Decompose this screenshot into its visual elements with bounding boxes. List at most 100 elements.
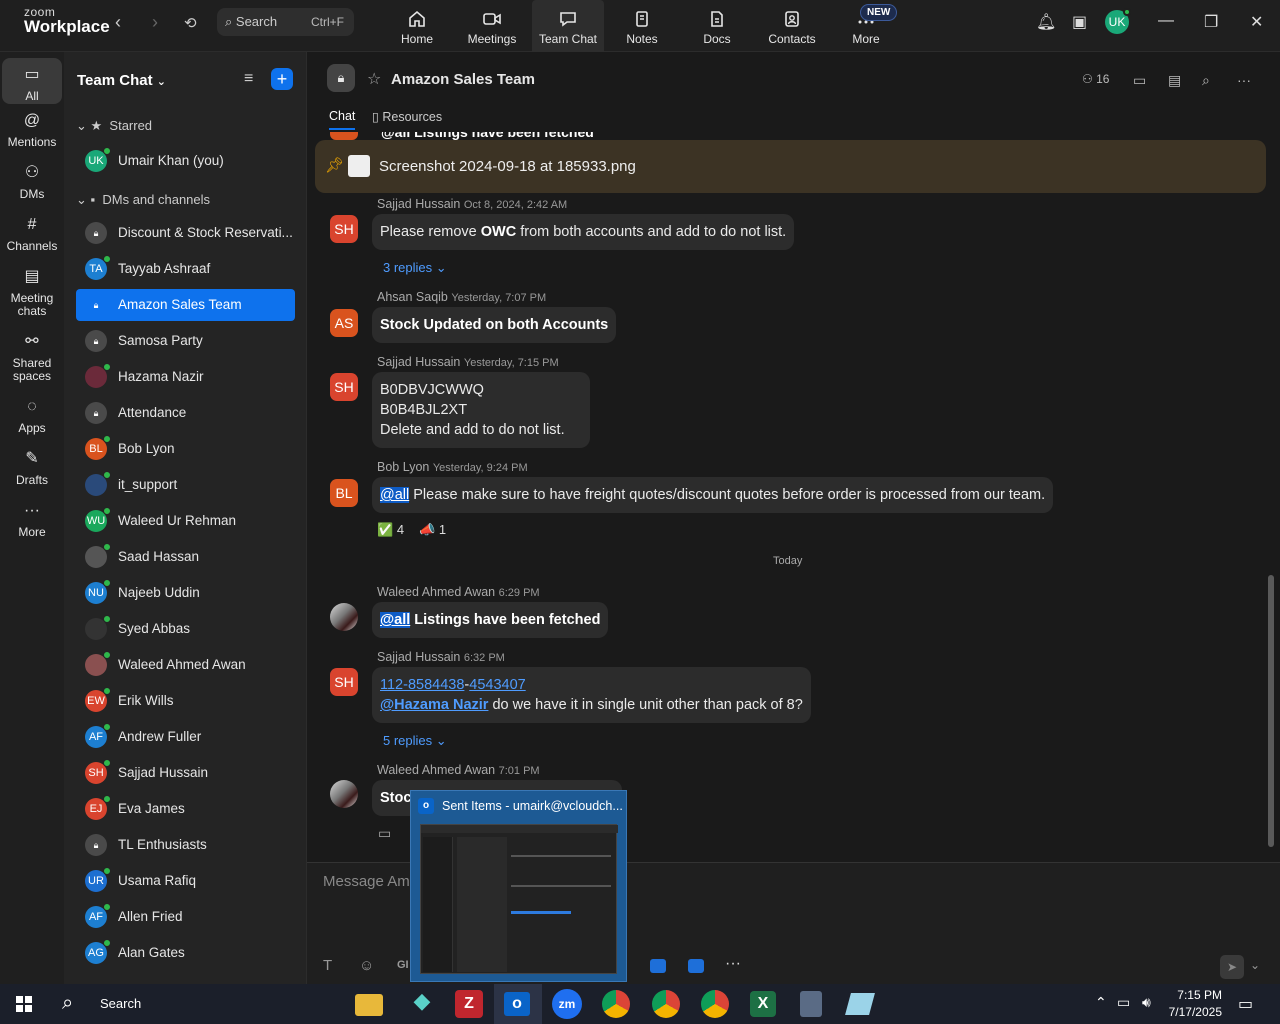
star-icon[interactable]: ☆ (367, 69, 381, 89)
avatar[interactable]: SH (330, 373, 358, 401)
more-icon[interactable]: ··· (725, 955, 741, 973)
dms-section[interactable]: ⌄ ▪ DMs and channels (76, 192, 210, 208)
reaction-megaphone[interactable]: 📣 1 (419, 522, 446, 538)
clock-time[interactable]: 7:15 PM (1170, 988, 1222, 1002)
message-bubble[interactable]: Stock Updated on both Accounts (372, 307, 617, 343)
excel-icon[interactable]: X (750, 991, 776, 1017)
order-link[interactable]: 112-8584438 (380, 677, 464, 693)
message-input[interactable]: Message Ama (323, 873, 418, 890)
avatar[interactable]: SH (330, 668, 358, 696)
minimize-icon[interactable]: — (1158, 12, 1174, 30)
search-icon[interactable]: ⌕ (1202, 72, 1210, 89)
sidebar-item[interactable]: EW Erik Wills (76, 685, 295, 717)
replies-link[interactable]: 5 replies ⌄ (383, 733, 447, 749)
nav-docs[interactable]: Docs (681, 0, 753, 52)
rail-mentions[interactable]: @ Mentions (2, 113, 62, 149)
rail-drafts[interactable]: ✎ Drafts (2, 451, 62, 487)
sidebar-item[interactable]: NU Najeeb Uddin (76, 577, 295, 609)
sidebar-item[interactable]: SH Sajjad Hussain (76, 757, 295, 789)
sidebar-item[interactable]: BL Bob Lyon (76, 433, 295, 465)
chrome-icon[interactable] (652, 990, 680, 1018)
avatar[interactable]: BL (330, 479, 358, 507)
send-icon[interactable]: ➤ (1220, 955, 1244, 979)
nav-meetings[interactable]: Meetings (456, 0, 528, 52)
nav-notes[interactable]: Notes (606, 0, 678, 52)
bell-icon[interactable]: 🔔︎ (1036, 12, 1056, 32)
nav-team-chat[interactable]: Team Chat (532, 0, 604, 52)
replies-link[interactable]: 3 replies ⌄ (383, 260, 447, 276)
notification-icon[interactable]: ▭ (1238, 994, 1253, 1014)
preview-thumbnail[interactable] (420, 824, 618, 974)
format-icon[interactable]: T (323, 957, 332, 974)
sidebar-item[interactable]: AF Allen Fried (76, 901, 295, 933)
rail-meeting-chats[interactable]: ▤ Meeting chats (2, 269, 62, 318)
volume-icon[interactable]: 🔊︎ (1142, 994, 1151, 1011)
windows-start-icon[interactable] (16, 996, 32, 1012)
sidebar-item[interactable]: Saad Hassan (76, 541, 295, 573)
search-input[interactable]: ⌕ Search Ctrl+F (217, 8, 354, 36)
sidebar-title[interactable]: Team Chat ⌄ (77, 72, 166, 89)
pinned-message[interactable]: 📌︎ Screenshot 2024-09-18 at 185933.png (315, 140, 1266, 193)
chevron-down-icon[interactable]: ⌄ (1250, 958, 1260, 972)
taskbar-preview-popup[interactable]: o Sent Items - umairk@vcloudch... (410, 790, 627, 982)
more-icon[interactable]: ··· (1237, 72, 1251, 88)
new-chat-button[interactable]: + (271, 68, 293, 90)
clock-date[interactable]: 7/17/2025 (1166, 1005, 1222, 1019)
app-icon[interactable] (845, 993, 875, 1015)
rail-more[interactable]: ··· More (2, 503, 62, 539)
taskbar-search[interactable]: Search (100, 996, 141, 1011)
mention-link[interactable]: @Hazama Nazir (380, 697, 488, 713)
calendar-icon[interactable]: ▤ (1168, 72, 1181, 89)
rail-channels[interactable]: # Channels (2, 217, 62, 253)
sidebar-item[interactable]: Waleed Ahmed Awan (76, 649, 295, 681)
message-bubble[interactable]: 112-8584438-4543407 @Hazama Nazir do we … (372, 667, 811, 723)
sidebar-item[interactable]: Hazama Nazir (76, 361, 295, 393)
avatar[interactable] (330, 780, 358, 808)
sidebar-item[interactable]: AF Andrew Fuller (76, 721, 295, 753)
maximize-icon[interactable]: ❐ (1204, 12, 1218, 32)
message-bubble[interactable]: B0DBVJCWWQ B0B4BJL2XT Delete and add to … (372, 372, 590, 448)
rail-dms[interactable]: ⚇ DMs (2, 165, 62, 201)
rail-all[interactable]: ▭ All (2, 58, 62, 104)
gif-icon[interactable]: GI (397, 959, 409, 971)
file-explorer-icon[interactable] (355, 994, 383, 1016)
sidebar-item[interactable]: 🔒︎ Samosa Party (76, 325, 295, 357)
nav-home[interactable]: Home (381, 0, 453, 52)
sidebar-item[interactable]: AG Alan Gates (76, 937, 295, 969)
avatar[interactable]: AS (330, 309, 358, 337)
sidebar-item[interactable]: UR Usama Rafiq (76, 865, 295, 897)
avatar[interactable] (330, 603, 358, 631)
back-arrow-icon[interactable]: ‹ (115, 12, 121, 33)
close-icon[interactable]: ✕ (1250, 12, 1263, 32)
network-icon[interactable]: ▭ (1117, 994, 1130, 1011)
sidebar-item[interactable]: TA Tayyab Ashraaf (76, 253, 295, 285)
scrollbar[interactable] (1268, 575, 1274, 847)
message-bubble[interactable]: Please remove OWC from both accounts and… (372, 214, 795, 250)
starred-section[interactable]: ⌄ ★ Starred (76, 118, 152, 134)
chrome-icon[interactable] (701, 990, 729, 1018)
emoji-icon[interactable]: ☺ (359, 957, 374, 974)
sidebar-item[interactable]: EJ Eva James (76, 793, 295, 825)
sidebar-item[interactable]: Syed Abbas (76, 613, 295, 645)
chrome-icon[interactable] (602, 990, 630, 1018)
nav-contacts[interactable]: Contacts (756, 0, 828, 52)
channel-title[interactable]: Amazon Sales Team (391, 71, 535, 88)
filter-icon[interactable]: ≡ (244, 70, 253, 88)
message-bubble[interactable]: @all Please make sure to have freight qu… (372, 477, 1054, 513)
tab-resources[interactable]: ▯ Resources (372, 109, 442, 124)
rail-shared-spaces[interactable]: ⚯ Shared spaces (2, 334, 62, 383)
history-icon[interactable]: ⟲ (184, 14, 197, 32)
rail-apps[interactable]: ◌ Apps (2, 399, 62, 435)
sidebar-item[interactable]: 🔒︎ Amazon Sales Team (76, 289, 295, 321)
sidebar-item[interactable]: it_support (76, 469, 295, 501)
sidebar-item[interactable]: 🔒︎ Attendance (76, 397, 295, 429)
calendar-icon[interactable]: ▣ (1072, 12, 1087, 32)
filezilla-icon[interactable]: Z (455, 990, 483, 1018)
pinned-file-name[interactable]: Screenshot 2024-09-18 at 185933.png (379, 158, 636, 175)
sidebar-item-umair-khan[interactable]: UK Umair Khan (you) (76, 145, 295, 177)
search-icon[interactable]: ⌕ (62, 992, 73, 1015)
avatar[interactable]: SH (330, 215, 358, 243)
app-icon[interactable] (688, 959, 704, 973)
zoom-icon[interactable]: zm (552, 989, 582, 1019)
chevron-up-icon[interactable]: ⌃ (1095, 994, 1107, 1011)
